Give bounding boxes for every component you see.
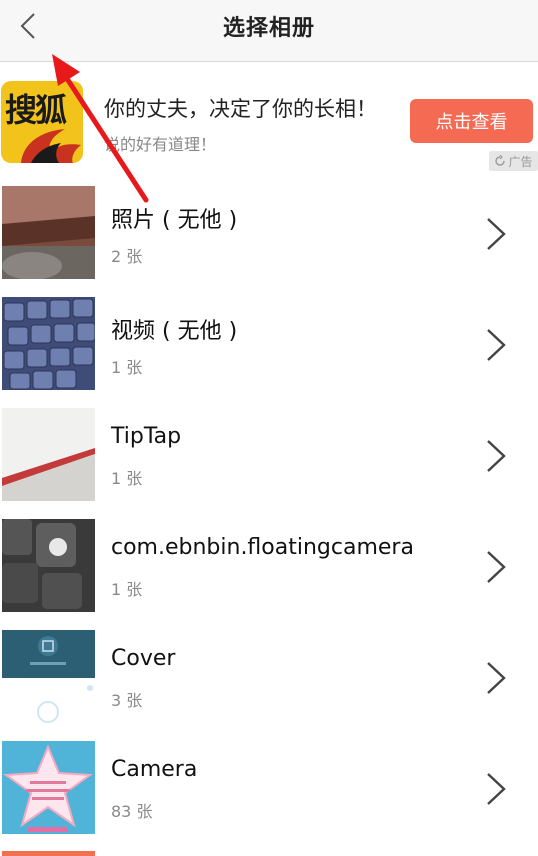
album-count: 1 张 xyxy=(111,358,143,377)
title-bar: 选择相册 xyxy=(0,0,538,62)
album-item[interactable]: Cover 3 张 xyxy=(0,630,538,741)
album-thumbnail xyxy=(2,741,95,834)
chevron-right-icon xyxy=(487,218,506,250)
album-count: 3 张 xyxy=(111,691,143,710)
album-count: 1 张 xyxy=(111,469,143,488)
album-item[interactable]: Camera 83 张 xyxy=(0,741,538,852)
ad-badge[interactable]: 广告 xyxy=(489,151,538,171)
album-name: TipTap xyxy=(111,424,182,449)
sohu-logo: 搜狐 xyxy=(1,81,83,163)
album-name: Camera xyxy=(111,757,198,782)
album-thumbnail xyxy=(2,519,95,612)
next-album-thumbnail-edge xyxy=(2,851,95,856)
chevron-right-icon xyxy=(487,551,506,583)
album-thumbnail xyxy=(2,297,95,390)
album-thumbnail xyxy=(2,186,95,279)
album-name: Cover xyxy=(111,646,176,671)
ad-banner[interactable]: 搜狐 你的丈夫，决定了你的长相！ 说的好有道理！ 点击查看 广告 xyxy=(0,63,538,171)
ad-badge-label: 广告 xyxy=(508,154,533,169)
ad-subtitle: 说的好有道理！ xyxy=(104,135,217,154)
album-item[interactable]: com.ebnbin.floatingcamera 1 张 xyxy=(0,519,538,630)
chevron-right-icon xyxy=(487,773,506,805)
album-count: 83 张 xyxy=(111,802,153,821)
album-count: 2 张 xyxy=(111,247,143,266)
album-name: 照片 ( 无他 ) xyxy=(111,208,238,233)
page-title: 选择相册 xyxy=(222,16,315,41)
album-item[interactable]: 视频 ( 无他 ) 1 张 xyxy=(0,297,538,408)
album-count: 1 张 xyxy=(111,580,143,599)
album-thumbnail xyxy=(2,408,95,501)
logo-text: 搜狐 xyxy=(5,91,67,129)
chevron-right-icon xyxy=(487,329,506,361)
chevron-right-icon xyxy=(487,440,506,472)
ad-title: 你的丈夫，决定了你的长相！ xyxy=(104,97,377,121)
album-item[interactable]: TipTap 1 张 xyxy=(0,408,538,519)
view-button[interactable]: 点击查看 xyxy=(410,99,533,143)
album-name: 视频 ( 无他 ) xyxy=(111,319,238,344)
album-item[interactable]: 照片 ( 无他 ) 2 张 xyxy=(0,186,538,297)
chevron-right-icon xyxy=(487,662,506,694)
refresh-icon xyxy=(495,155,506,166)
album-thumbnail xyxy=(2,630,95,723)
album-name: com.ebnbin.floatingcamera xyxy=(111,535,414,560)
